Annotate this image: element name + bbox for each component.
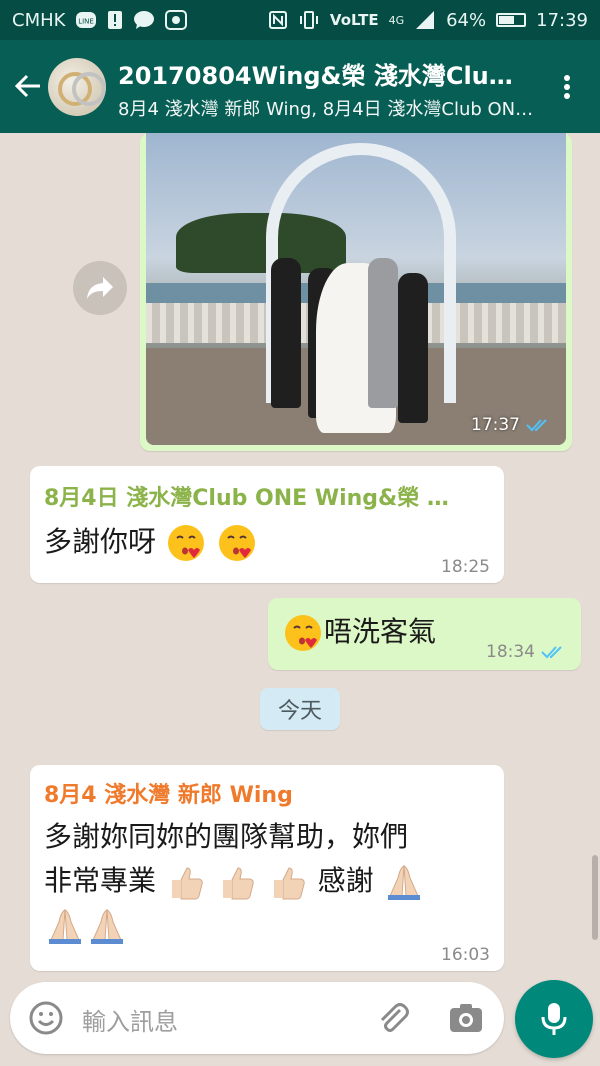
date-separator: 今天 [260, 688, 340, 730]
alert-icon [108, 11, 123, 29]
read-ticks-icon [526, 419, 547, 432]
sender-name[interactable]: 8月4日 淺水灣Club ONE Wing&榮 淺水灣Club ONE [44, 480, 454, 512]
camera-app-icon [165, 10, 188, 30]
message-text: 多謝妳同妳的團隊幫助，妳們 [44, 820, 409, 853]
folded-hands-icon [87, 906, 127, 946]
network-label: 4G [388, 13, 405, 27]
status-bar: CMHK LINE VoLTE 4G 64% 17:39 [0, 0, 600, 40]
voice-record-button[interactable] [515, 980, 593, 1058]
incoming-message[interactable]: 8月4日 淺水灣Club ONE Wing&榮 淺水灣Club ONE 多謝你呀… [30, 466, 504, 583]
carrier-label: CMHK [12, 9, 66, 31]
image-message[interactable]: 17:37 [140, 133, 572, 451]
back-arrow-icon[interactable] [12, 70, 44, 102]
read-ticks-icon [541, 646, 562, 659]
chat-header: 20170804Wing&榮 淺水灣Club ONE Wing&榮 淺水灣Clu… [0, 40, 600, 133]
camera-icon[interactable] [448, 1000, 484, 1036]
nfc-icon [268, 11, 287, 29]
folded-hands-icon [45, 906, 85, 946]
signal-icon [416, 11, 435, 29]
scrollbar[interactable] [592, 855, 598, 940]
emoji-picker-icon[interactable] [28, 1000, 64, 1036]
chat-icon [134, 11, 155, 29]
overflow-menu-icon[interactable] [564, 72, 572, 102]
message-time: 18:25 [441, 557, 490, 577]
clock: 17:39 [536, 9, 588, 31]
message-time: 16:03 [441, 945, 490, 965]
wedding-photo[interactable]: 17:37 [146, 133, 566, 445]
folded-hands-icon [384, 862, 424, 902]
forward-icon[interactable] [73, 261, 127, 315]
battery-percent: 64% [446, 9, 487, 31]
thumbs-up-icon [268, 862, 308, 902]
message-time: 18:34 [486, 642, 535, 662]
attach-icon[interactable] [374, 998, 412, 1036]
sender-name[interactable]: 8月4 淺水灣 新郎 Wing [44, 777, 474, 809]
vibrate-icon [299, 11, 318, 29]
message-text: 唔洗客氣 [324, 615, 437, 648]
group-avatar[interactable] [48, 58, 106, 116]
microphone-icon [541, 1003, 567, 1035]
kiss-emoji-icon [166, 523, 206, 563]
volte-label: VoLTE [329, 11, 379, 29]
incoming-message[interactable]: 8月4 淺水灣 新郎 Wing 多謝妳同妳的團隊幫助，妳們 非常專業 感謝 16… [30, 765, 504, 971]
svg-text:LINE: LINE [79, 18, 95, 26]
message-input-bar[interactable]: 輸入訊息 [10, 982, 504, 1054]
line-app-icon: LINE [76, 12, 97, 28]
message-time: 17:37 [471, 415, 520, 435]
battery-icon [496, 13, 527, 27]
message-input[interactable]: 輸入訊息 [82, 1002, 178, 1037]
thumbs-up-icon [217, 862, 257, 902]
kiss-emoji-icon [283, 613, 323, 653]
message-list[interactable]: 17:37 8月4日 淺水灣Club ONE Wing&榮 淺水灣Club ON… [0, 133, 600, 973]
thumbs-up-icon [166, 862, 206, 902]
message-text: 多謝你呀 [44, 525, 157, 558]
kiss-emoji-icon [217, 523, 257, 563]
chat-subtitle[interactable]: 8月4 淺水灣 新郎 Wing, 8月4日 淺水灣Club ONE Wing [118, 95, 536, 121]
message-text: 感謝 [317, 864, 374, 897]
chat-title[interactable]: 20170804Wing&榮 淺水灣Club ONE Wing&榮 淺水灣Clu… [118, 56, 528, 91]
message-text: 非常專業 [44, 864, 157, 897]
outgoing-message[interactable]: 唔洗客氣 18:34 [268, 598, 581, 670]
